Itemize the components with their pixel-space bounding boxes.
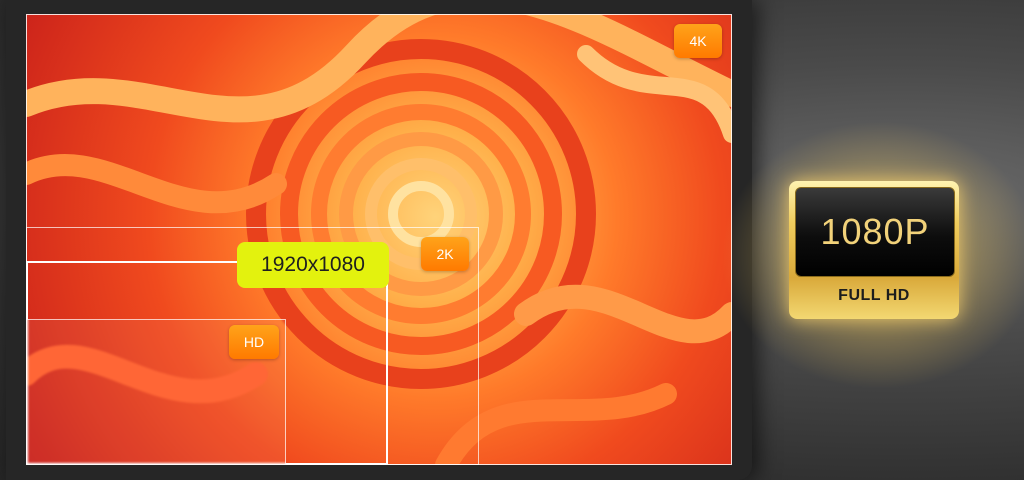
badge-4k: 4K <box>674 24 722 58</box>
resolution-label: 1920x1080 <box>237 242 389 288</box>
emblem-resolution: 1080P <box>820 211 930 252</box>
fullhd-emblem: 1080P FULL HD <box>789 181 959 319</box>
emblem-screen: 1080P <box>795 187 955 277</box>
emblem-caption: FULL HD <box>838 287 910 304</box>
badge-hd: HD <box>229 325 279 359</box>
badge-2k: 2K <box>421 237 469 271</box>
